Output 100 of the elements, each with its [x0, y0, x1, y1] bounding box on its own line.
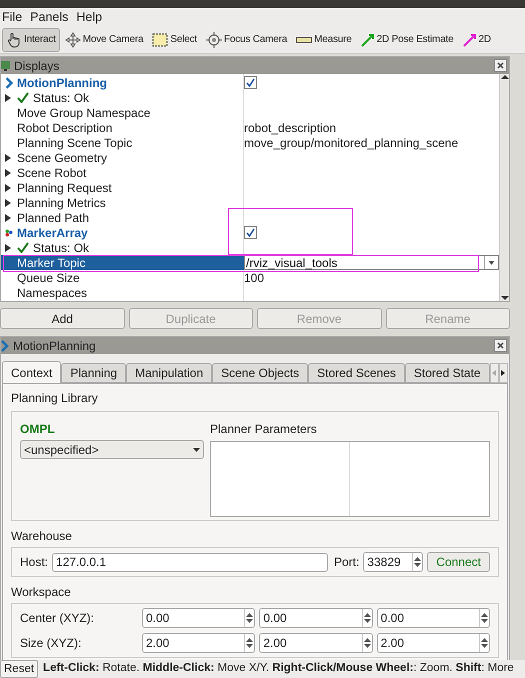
number-field[interactable]: 2.00 [376, 633, 490, 653]
collapsed-arrow-icon[interactable] [5, 244, 11, 252]
crosshair-icon [206, 32, 222, 48]
number-field[interactable]: 2.00 [259, 633, 373, 653]
tree-row[interactable]: Namespaces [1, 285, 499, 300]
tab[interactable]: Scene Objects [212, 363, 308, 383]
menu-item[interactable]: Help [76, 8, 102, 26]
tree-row[interactable]: Scene Robot [1, 165, 499, 180]
status-hint: Left-Click: Rotate. Middle-Click: Move X/Y. Right-Click/Mouse Wheel:: Zoom. Shift: More [43, 661, 514, 676]
tree-label: Planning Metrics [17, 194, 106, 212]
panel-title: MotionPlanning [13, 338, 97, 354]
workspace-label: Center (XYZ): [20, 610, 96, 627]
collapsed-arrow-icon[interactable] [5, 94, 11, 102]
menu-item[interactable]: File [2, 8, 22, 26]
tree-label: MarkerArray [17, 224, 88, 242]
number-field[interactable]: 0.00 [142, 608, 256, 628]
number-field[interactable]: 0.00 [259, 608, 373, 628]
tree-row[interactable]: Robot Description robot_description [1, 120, 499, 135]
number-field[interactable]: 0.00 [376, 608, 490, 628]
number-field[interactable]: 2.00 [142, 633, 256, 653]
toolbar-button[interactable]: Measure [292, 28, 356, 52]
tree-label: Status: Ok [33, 240, 90, 256]
tree-label: Scene Geometry [17, 150, 108, 166]
toolbar-button[interactable]: Interact [2, 28, 60, 52]
section-title: Planning Library [11, 390, 99, 407]
hand-pointer-icon [6, 32, 22, 48]
ruler-icon [296, 36, 312, 44]
spin-up-icon[interactable] [480, 638, 488, 642]
tree-label: Namespaces [17, 284, 88, 302]
host-field[interactable]: 127.0.0.1 [52, 552, 328, 572]
section-title: Workspace [11, 584, 72, 601]
port-label: Port: [334, 554, 360, 571]
menu-item[interactable]: Panels [30, 8, 68, 26]
close-button[interactable] [494, 339, 507, 352]
checkmark-icon [17, 242, 29, 253]
tree-row[interactable]: MarkerArray [1, 225, 499, 240]
chevron-icon [5, 76, 13, 90]
tree-row[interactable]: Planning Metrics [1, 195, 499, 210]
parameters-label: Planner Parameters [210, 421, 318, 438]
tree-row[interactable]: Status: Ok [1, 90, 499, 105]
port-field[interactable]: 33829 [363, 552, 424, 572]
check-icon [246, 228, 255, 237]
right-arrow-icon [501, 370, 506, 376]
tab[interactable]: Manipulation [126, 363, 212, 383]
checkbox[interactable] [244, 76, 257, 89]
spin-down-icon[interactable] [480, 644, 488, 648]
tree-row[interactable]: MotionPlanning [1, 75, 499, 90]
reset-button[interactable]: Reset [0, 660, 38, 678]
tree-row[interactable]: Planned Path [1, 210, 499, 225]
tree-row[interactable]: Marker Topic /rviz_visual_tools [1, 255, 499, 270]
spin-down-icon[interactable] [246, 619, 254, 623]
topic-combo-field[interactable]: /rviz_visual_tools [244, 255, 499, 270]
left-arrow-icon [492, 370, 496, 376]
tree-label: Move Group Namespace [17, 104, 150, 122]
tab[interactable]: Planning [61, 363, 126, 383]
caret-icon [193, 448, 200, 452]
tree-row[interactable]: Status: Ok [1, 240, 499, 255]
tree-label: Marker Topic [17, 254, 86, 272]
selection-rectangle-icon [152, 32, 168, 46]
chevron-icon [1, 340, 9, 352]
connect-button[interactable]: Connect [427, 552, 490, 572]
spin-up-icon[interactable] [246, 613, 254, 617]
tree-row[interactable]: Move Group Namespace [1, 105, 499, 120]
tree-label: Planned Path [17, 210, 90, 226]
tree-row[interactable]: Planning Scene Topic move_group/monitored_planning_scene [1, 135, 499, 150]
tree-row[interactable]: Planning Request [1, 180, 499, 195]
close-button[interactable] [494, 59, 507, 72]
spin-down-icon[interactable] [364, 644, 371, 648]
tree-row[interactable]: Queue Size 100 [1, 270, 499, 285]
tab[interactable]: Stored State [404, 363, 490, 383]
toolbar-button[interactable]: Move Camera [60, 28, 148, 52]
monitor-icon [1, 60, 11, 72]
spin-up-icon[interactable] [246, 638, 254, 642]
spin-down-icon[interactable] [480, 619, 488, 623]
checkbox[interactable] [244, 226, 257, 239]
close-icon [497, 62, 504, 69]
toolbar-button[interactable]: Focus Camera [202, 28, 292, 52]
close-icon [497, 342, 504, 349]
check-icon [246, 78, 255, 87]
workspace-label: Size (XYZ): [20, 635, 82, 652]
spin-down-icon[interactable] [364, 619, 371, 623]
spin-up-icon[interactable] [480, 613, 488, 617]
planner-dropdown[interactable]: <unspecified> [20, 440, 204, 459]
spin-up-icon[interactable] [364, 613, 371, 617]
toolbar-button[interactable]: Select [148, 28, 201, 52]
spin-down-icon[interactable] [414, 563, 422, 567]
tree-label: MotionPlanning [17, 74, 107, 92]
library-label: OMPL [20, 421, 56, 438]
spin-up-icon[interactable] [414, 557, 422, 561]
tree-value: move_group/monitored_planning_scene [244, 134, 458, 152]
spin-down-icon[interactable] [246, 644, 254, 648]
toolbar-button[interactable]: 2D [458, 28, 495, 52]
tree-label: Planning Scene Topic [17, 134, 132, 152]
tab[interactable]: Stored Scenes [308, 363, 405, 383]
panel-button[interactable]: Add [0, 308, 124, 329]
tab[interactable]: Context [2, 361, 62, 383]
toolbar-button[interactable]: 2D Pose Estimate [356, 28, 458, 52]
spin-up-icon[interactable] [364, 638, 371, 642]
tree-row[interactable]: Scene Geometry [1, 150, 499, 165]
tree-value: robot_description [244, 120, 336, 136]
